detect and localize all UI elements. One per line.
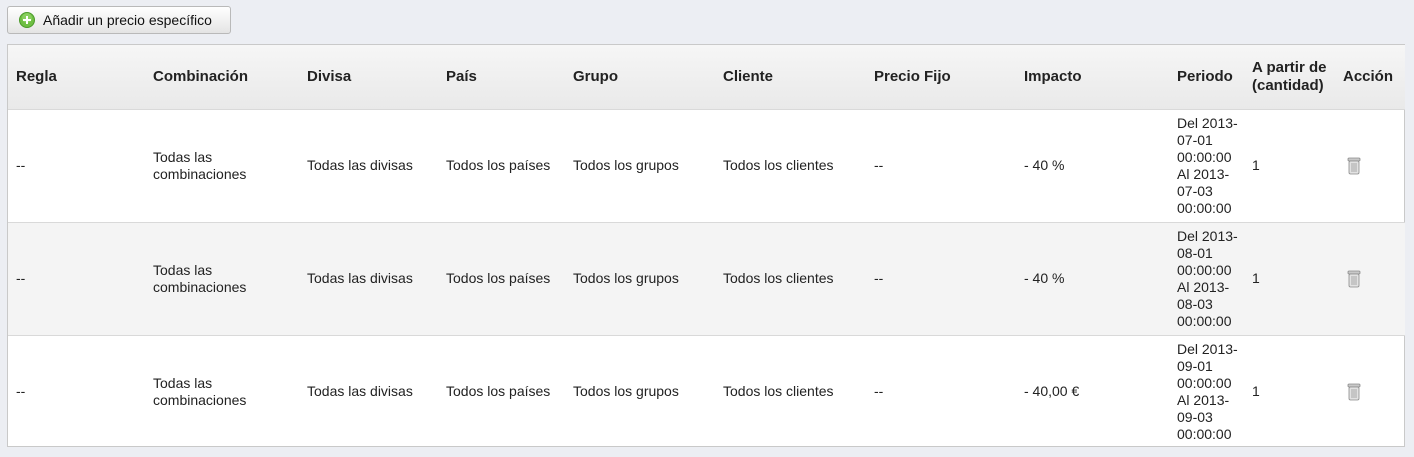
cell-accion [1335,109,1405,222]
cell-cantidad: 1 [1252,270,1260,286]
cell-divisa: Todas las divisas [307,157,413,173]
cell-grupo: Todos los grupos [573,157,679,173]
cell-impacto: - 40 % [1024,270,1065,286]
cell-precio-fijo: -- [874,157,884,173]
cell-accion [1335,335,1405,448]
col-header-impacto: Impacto [1024,67,1082,85]
table-header-row: Regla Combinación Divisa País Grupo Clie… [8,45,1405,109]
add-specific-price-label: Añadir un precio específico [43,12,212,28]
cell-accion [1335,222,1405,335]
col-header-accion: Acción [1343,67,1394,85]
col-header-pais: País [446,67,477,85]
cell-divisa: Todas las divisas [307,383,413,400]
cell-divisa: Todas las divisas [307,270,413,286]
cell-cliente: Todos los clientes [723,270,834,286]
table-row: -- Todas las combinaciones Todas las div… [8,335,1405,448]
cell-pais: Todos los países [446,383,551,400]
add-specific-price-button[interactable]: Añadir un precio específico [7,6,231,34]
cell-precio-fijo: -- [874,270,884,286]
cell-combinacion: Todas las combinaciones [153,148,247,182]
trash-icon[interactable] [1347,157,1361,175]
cell-periodo: Del 2013-07-01 00:00:00 Al 2013-07-03 00… [1177,114,1238,216]
cell-regla: -- [16,157,26,173]
col-header-grupo: Grupo [573,67,618,85]
table-row: -- Todas las combinaciones Todas las div… [8,109,1405,222]
cell-grupo: Todos los grupos [573,270,679,286]
cell-grupo: Todos los grupos [573,383,679,400]
cell-precio-fijo: -- [874,383,884,400]
cell-cliente: Todos los clientes [723,383,834,400]
trash-icon[interactable] [1347,270,1361,288]
col-header-regla: Regla [16,67,57,85]
cell-impacto: - 40,00 € [1024,383,1080,400]
cell-cliente: Todos los clientes [723,157,834,173]
cell-periodo: Del 2013-08-01 00:00:00 Al 2013-08-03 00… [1177,227,1238,329]
plus-circle-icon [19,12,35,28]
cell-combinacion: Todas las combinaciones [153,374,247,408]
table-row: -- Todas las combinaciones Todas las div… [8,222,1405,335]
cell-regla: -- [16,270,26,286]
cell-impacto: - 40 % [1024,157,1065,173]
trash-icon[interactable] [1347,383,1361,401]
col-header-periodo: Periodo [1177,67,1233,85]
col-header-precio-fijo: Precio Fijo [874,67,951,85]
cell-regla: -- [16,383,26,400]
col-header-cliente: Cliente [723,67,774,85]
col-header-cantidad: A partir de (cantidad) [1252,58,1327,94]
cell-cantidad: 1 [1252,157,1260,173]
specific-prices-panel: Regla Combinación Divisa País Grupo Clie… [7,44,1405,447]
cell-periodo: Del 2013-09-01 00:00:00 Al 2013-09-03 00… [1177,340,1238,442]
specific-prices-table: Regla Combinación Divisa País Grupo Clie… [8,45,1405,448]
cell-pais: Todos los países [446,270,551,286]
col-header-combinacion: Combinación [153,67,249,85]
cell-pais: Todos los países [446,157,551,173]
cell-combinacion: Todas las combinaciones [153,261,247,295]
col-header-divisa: Divisa [307,67,352,85]
cell-cantidad: 1 [1252,383,1260,400]
